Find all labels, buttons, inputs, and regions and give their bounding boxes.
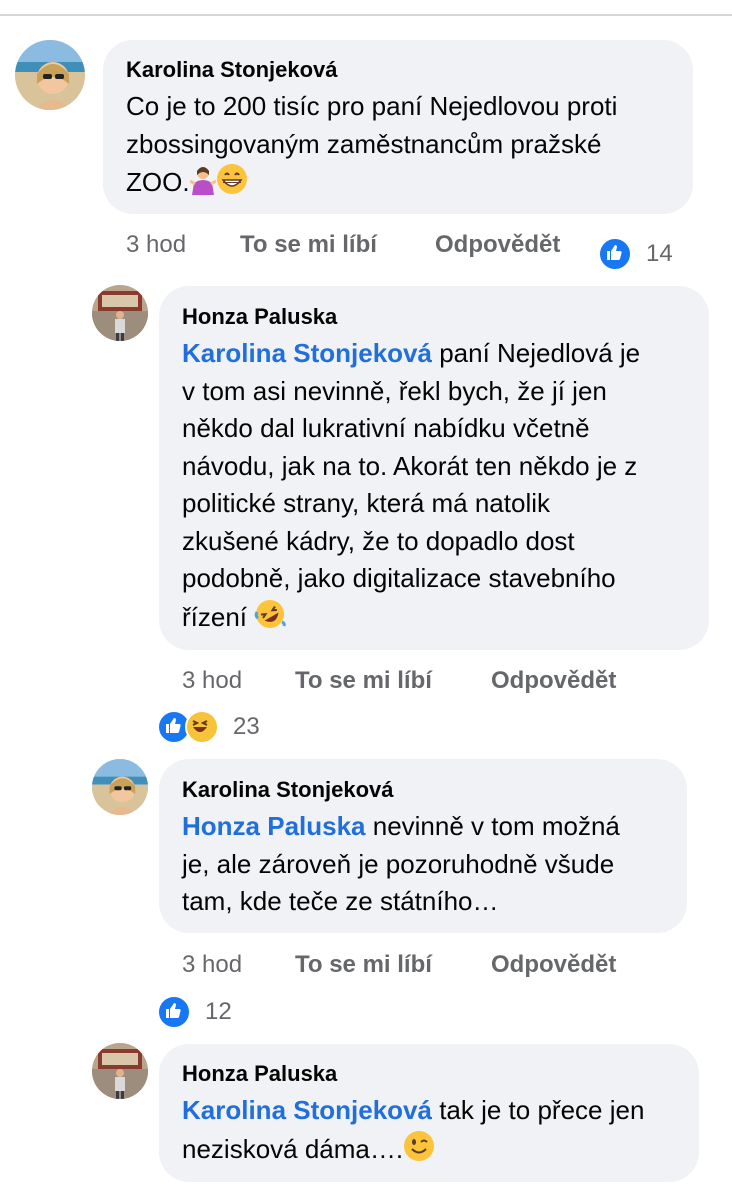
comment-line-text: paní Nejedlová je <box>431 338 641 368</box>
comment-bubble: Karolina Stonjeková Honza Paluska nevinn… <box>159 759 687 933</box>
comment-line: Karolina Stonjeková paní Nejedlová je <box>182 335 702 373</box>
mention-link[interactable]: Karolina Stonjeková <box>182 1095 432 1125</box>
comment-line-text: řízení <box>182 601 255 632</box>
comment-line: Karolina Stonjeková tak je to přece jen <box>182 1092 692 1130</box>
comment-line: někdo dal lukrativní nabídku včetně <box>182 413 590 443</box>
comment-text: Co je to 200 tisíc pro paní Nejedlovou p… <box>126 88 686 206</box>
haha-icon <box>185 710 219 744</box>
comment-line: zkušené kádry, že to dopadlo dost <box>182 525 575 556</box>
comment-text: Karolina Stonjeková tak je to přece jen … <box>182 1092 692 1172</box>
comment-line: v tom asi nevinně, řekl bych, že jí jen <box>182 375 607 406</box>
comment-line-text: nezisková dáma…. <box>182 1133 404 1164</box>
comment-line: Co je to 200 tisíc pro paní Nejedlovou p… <box>126 91 618 121</box>
avatar-photo-icon <box>92 285 148 341</box>
reply-button[interactable]: Odpovědět <box>491 667 616 695</box>
comment-author[interactable]: Karolina Stonjeková <box>182 777 394 803</box>
comment-line[interactable]: tam, kde teče ze státního… <box>182 883 682 921</box>
comment-author[interactable]: Honza Paluska <box>182 1061 337 1087</box>
like-icon <box>598 237 632 271</box>
comment-line: ZOO. <box>126 163 686 206</box>
reaction-count: 14 <box>646 240 673 267</box>
comment-line: podobně, jako digitalizace stavebního <box>182 563 616 593</box>
comment-text: Honza Paluska nevinně v tom možná je, al… <box>182 808 682 921</box>
reaction-count: 23 <box>233 713 260 740</box>
avatar-karolina[interactable] <box>15 40 85 110</box>
avatar-photo-icon <box>92 1043 148 1099</box>
avatar-photo-icon <box>92 759 148 815</box>
comment-author[interactable]: Honza Paluska <box>182 304 337 330</box>
rofl-emoji-icon <box>254 598 286 641</box>
reaction-summary[interactable]: 12 <box>157 995 232 1029</box>
comment-line: je, ale zároveň je pozoruhodně všude <box>182 848 615 879</box>
like-button[interactable]: To se mi líbí <box>240 231 377 259</box>
comment-text: Karolina Stonjeková paní Nejedlová je v … <box>182 335 702 640</box>
like-icon <box>157 995 191 1029</box>
comment-time[interactable]: 3 hod <box>182 667 242 695</box>
bottom-edge <box>0 1190 732 1200</box>
top-divider <box>0 14 732 16</box>
grin-emoji-icon <box>216 163 248 206</box>
mention-link[interactable]: Karolina Stonjeková <box>182 338 432 368</box>
comment-line: zbossingovaným zaměstnancům pražské <box>126 128 602 159</box>
comment-bubble: Karolina Stonjeková Co je to 200 tisíc p… <box>103 40 693 214</box>
like-button[interactable]: To se mi líbí <box>295 667 432 695</box>
comment-line: návodu, jak na to. Akorát ten někdo je z <box>182 450 638 481</box>
reaction-summary[interactable]: 23 <box>157 710 260 744</box>
avatar-honza[interactable] <box>92 285 148 341</box>
comment-line: Honza Paluska nevinně v tom možná <box>182 808 682 846</box>
reaction-summary[interactable]: 14 <box>598 237 673 271</box>
comment-author[interactable]: Karolina Stonjeková <box>126 57 338 83</box>
comment-time[interactable]: 3 hod <box>126 231 186 259</box>
avatar-honza[interactable] <box>92 1043 148 1099</box>
shrug-emoji-icon <box>188 165 217 206</box>
mention-link[interactable]: Honza Paluska <box>182 811 366 841</box>
reply-button[interactable]: Odpovědět <box>435 231 560 259</box>
comment-line-text: ZOO. <box>126 167 190 197</box>
comment-line: řízení <box>182 598 702 641</box>
comment-line: nezisková dáma…. <box>182 1130 692 1173</box>
comment-line-text: nevinně v tom možná <box>365 811 620 841</box>
like-button[interactable]: To se mi líbí <box>295 951 432 979</box>
avatar-karolina[interactable] <box>92 759 148 815</box>
comment-time[interactable]: 3 hod <box>182 951 242 979</box>
comment-bubble: Honza Paluska Karolina Stonjeková paní N… <box>159 286 709 650</box>
reaction-count: 12 <box>205 998 232 1025</box>
comment-bubble: Honza Paluska Karolina Stonjeková tak je… <box>159 1044 699 1182</box>
comment-line: politické strany, která má natolik <box>182 488 550 518</box>
wink-emoji-icon <box>403 1130 435 1173</box>
comment-line-text: tak je to přece jen <box>431 1095 645 1125</box>
avatar-photo-icon <box>15 40 85 110</box>
reply-button[interactable]: Odpovědět <box>491 951 616 979</box>
